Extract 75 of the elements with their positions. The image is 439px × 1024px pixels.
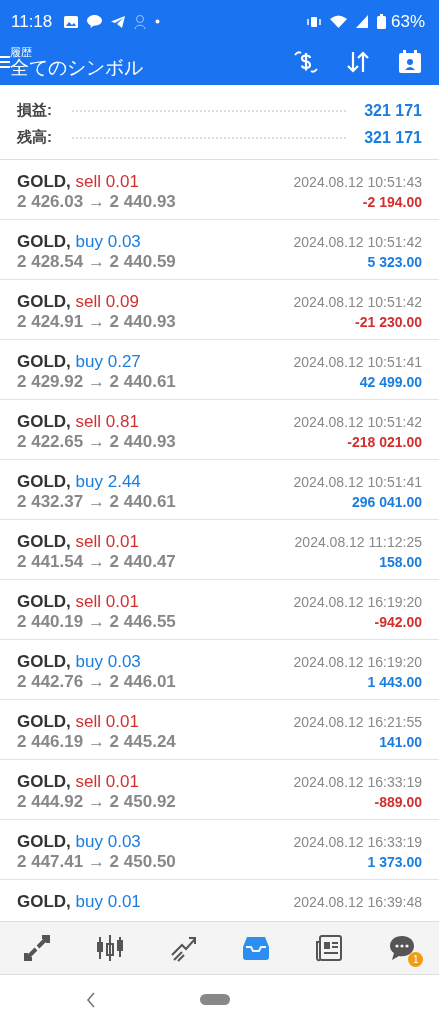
deal-time: 2024.08.12 16:33:19 [293, 834, 422, 850]
deal-title: GOLD, sell 0.01 [17, 772, 139, 792]
header-title: 全てのシンボル [10, 57, 143, 79]
deal-title: GOLD, sell 0.01 [17, 712, 139, 732]
deal-time: 2024.08.12 10:51:41 [293, 474, 422, 490]
deal-time: 2024.08.12 16:39:48 [293, 894, 422, 910]
summary-label: 残高: [17, 128, 52, 147]
chat-bubble-icon [87, 15, 103, 28]
deal-profit: 296 041.00 [351, 494, 422, 510]
deal-time: 2024.08.12 16:33:19 [293, 774, 422, 790]
home-handle[interactable] [200, 994, 230, 1005]
deal-title: GOLD, buy 0.03 [17, 832, 141, 852]
figure-icon [134, 14, 147, 29]
deal-title: GOLD, sell 0.01 [17, 532, 139, 552]
deal-time: 2024.08.12 16:21:55 [293, 714, 422, 730]
price-range: 2 447.41 → 2 450.50 [17, 852, 176, 872]
price-range: 2 444.92 → 2 450.92 [17, 792, 176, 812]
deal-profit: 42 499.00 [359, 374, 422, 390]
deal-time: 2024.08.12 10:51:41 [293, 354, 422, 370]
deal-profit: 1 373.00 [367, 854, 422, 870]
deal-time: 2024.08.12 10:51:42 [293, 294, 422, 310]
deal-profit: 158.00 [379, 554, 422, 570]
chat-tab[interactable]: 1 [383, 929, 422, 967]
price-range: 2 422.65 → 2 440.93 [17, 432, 176, 452]
summary-label: 損益: [17, 101, 52, 120]
deal-time: 2024.08.12 16:19:20 [293, 654, 422, 670]
deal-title: GOLD, buy 0.03 [17, 652, 141, 672]
summary-value: 321 171 [364, 128, 422, 147]
deal-title: GOLD, sell 0.09 [17, 292, 139, 312]
gallery-icon [64, 15, 79, 28]
summary-value: 321 171 [364, 101, 422, 120]
deal-profit: 141.00 [379, 734, 422, 750]
deal-title: GOLD, sell 0.01 [17, 172, 139, 192]
deal-profit: 5 323.00 [367, 254, 422, 270]
price-range: 2 426.03 → 2 440.93 [17, 192, 176, 212]
deal-title: GOLD, buy 0.03 [17, 232, 141, 252]
deal-title: GOLD, buy 0.27 [17, 352, 141, 372]
deal-time: 2024.08.12 10:51:42 [293, 234, 422, 250]
deal-time: 2024.08.12 10:51:43 [293, 174, 422, 190]
deal-profit: -21 230.00 [355, 314, 422, 330]
wifi-icon [329, 15, 347, 28]
signal-icon [355, 15, 368, 28]
deal-time: 2024.08.12 16:19:20 [293, 594, 422, 610]
deal-title: GOLD, buy 0.01 [17, 892, 141, 912]
sort-icon[interactable] [345, 49, 371, 75]
deal-profit: -2 194.00 [362, 194, 422, 210]
notification-badge: 1 [408, 952, 424, 967]
clock: 11:18 [11, 11, 53, 32]
calendar-icon[interactable] [397, 49, 423, 75]
deal-time: 2024.08.12 11:12:25 [294, 534, 422, 550]
header-subtitle: 履歴 [10, 45, 33, 58]
back-icon[interactable] [86, 991, 96, 1008]
price-range: 2 429.92 → 2 440.61 [17, 372, 176, 392]
price-range: 2 432.37 → 2 440.61 [17, 492, 176, 512]
menu-icon[interactable] [0, 55, 10, 69]
price-range: 2 441.54 → 2 440.47 [17, 552, 176, 572]
deal-title: GOLD, buy 2.44 [17, 472, 141, 492]
dot-icon [155, 19, 161, 24]
price-range: 2 440.19 → 2 446.55 [17, 612, 176, 632]
price-range: 2 442.76 → 2 446.01 [17, 672, 176, 692]
deal-profit: -942.00 [374, 614, 422, 630]
deal-profit: -889.00 [374, 794, 422, 810]
currency-exchange-icon[interactable] [293, 49, 319, 75]
battery-icon [376, 14, 386, 29]
deal-title: GOLD, sell 0.81 [17, 412, 139, 432]
vibrate-icon [306, 15, 321, 28]
deal-profit: -218 021.00 [347, 434, 422, 450]
deal-profit: 1 443.00 [367, 674, 422, 690]
send-icon [111, 15, 126, 28]
deal-title: GOLD, sell 0.01 [17, 592, 139, 612]
price-range: 2 424.91 → 2 440.93 [17, 312, 176, 332]
price-range: 2 446.19 → 2 445.24 [17, 732, 176, 752]
battery-percent: 63% [390, 11, 425, 32]
deal-time: 2024.08.12 10:51:42 [293, 414, 422, 430]
price-range: 2 428.54 → 2 440.59 [17, 252, 176, 272]
